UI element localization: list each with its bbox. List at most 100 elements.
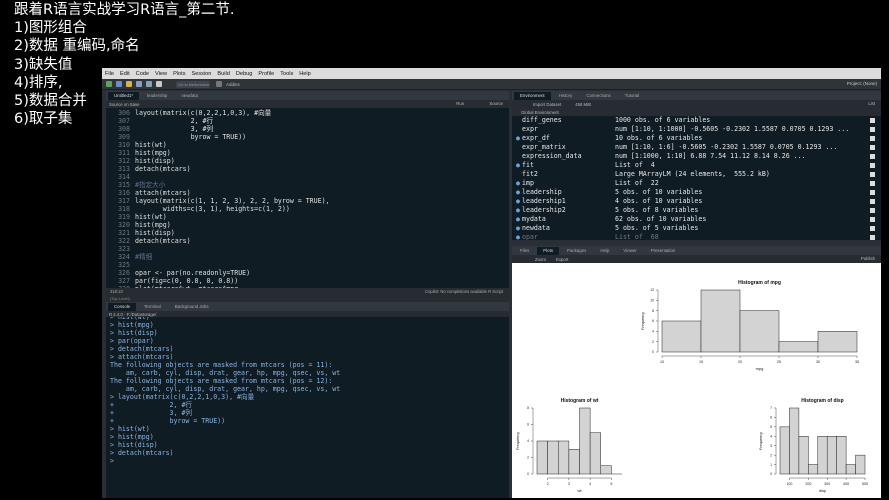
x-tick-label: 25 xyxy=(777,360,781,364)
tab-console[interactable]: Console xyxy=(108,303,137,311)
y-tick-label: 8 xyxy=(652,309,654,313)
tab-terminal[interactable]: Terminal xyxy=(138,303,167,311)
x-tick-label: 15 xyxy=(699,360,703,364)
import-dataset-button[interactable]: Import Dataset xyxy=(533,102,561,107)
view-data-icon[interactable] xyxy=(870,208,875,213)
code-line: 312 hist(disp) xyxy=(106,157,509,165)
variable-name: leadership2 xyxy=(522,206,566,214)
tab-help[interactable]: Help xyxy=(594,247,615,255)
console-line: > detach(mtcars) xyxy=(110,449,174,457)
x-tick-label: 20 xyxy=(738,360,742,364)
y-tick-label: 2 xyxy=(527,456,529,460)
x-tick-label: 30 xyxy=(816,360,820,364)
histogram-bar xyxy=(739,310,780,353)
env-variable-row[interactable]: ● newdata 5 obs. of 5 variables xyxy=(514,224,881,233)
env-variable-row[interactable]: expr_matrix num [1:10, 1:6] -0.5605 -0.23… xyxy=(514,143,881,152)
x-tick-label: 5 xyxy=(610,482,612,486)
y-axis-label: Frequency xyxy=(516,432,520,450)
global-environment-select[interactable]: Global Environment xyxy=(521,110,559,115)
plot-title: Histogram of disp xyxy=(801,398,844,404)
console-line: > hist(wt) xyxy=(110,425,150,433)
env-variable-row[interactable]: ● expr_df 10 obs. of 6 variables xyxy=(514,134,881,143)
view-data-icon[interactable] xyxy=(870,154,875,159)
code-area[interactable]: 306 layout(matrix(c(0,2,2,1,0,3), #向量 307 … xyxy=(106,108,509,293)
variable-name: fit xyxy=(522,161,534,169)
view-data-icon[interactable] xyxy=(870,199,875,204)
view-data-icon[interactable] xyxy=(870,226,875,231)
view-data-icon[interactable] xyxy=(870,136,875,141)
view-data-icon[interactable] xyxy=(870,172,875,177)
source-button[interactable]: Source xyxy=(489,101,503,106)
menu-help[interactable]: Help xyxy=(299,71,311,77)
histogram-bar xyxy=(836,436,847,475)
console-line: + 3, #列 xyxy=(110,409,193,417)
histogram-bar xyxy=(826,436,837,475)
environment-pane: Environment History Connections Tutorial… xyxy=(512,91,881,240)
y-tick-label: 10 xyxy=(650,299,654,303)
tab-connections[interactable]: Connections xyxy=(580,92,616,100)
tab-background-jobs[interactable]: Background Jobs xyxy=(169,303,215,311)
expand-icon xyxy=(514,143,522,152)
console-line: + 2, #行 xyxy=(110,401,193,409)
zoom-button[interactable]: Zoom xyxy=(535,257,546,262)
publish-button[interactable]: Publish xyxy=(861,255,875,263)
env-variable-row[interactable]: ● opar List of 68 xyxy=(514,233,881,240)
env-variable-row[interactable]: ● leadership1 4 obs. of 10 variables xyxy=(514,197,881,206)
expand-icon xyxy=(514,152,522,161)
project-menu[interactable]: Project: (None) xyxy=(847,81,877,86)
variable-value: 10 obs. of 6 variables xyxy=(615,134,703,142)
view-data-icon[interactable] xyxy=(870,163,875,168)
env-variable-row[interactable]: ● mydata 62 obs. of 10 variables xyxy=(514,215,881,224)
env-variable-row[interactable]: ● fit List of 4 xyxy=(514,161,881,170)
console-output[interactable]: > hist(wt) > hist(mpg) > hist(disp) > par(o… xyxy=(106,313,509,465)
tab-history[interactable]: History xyxy=(553,92,579,100)
tab-tutorial[interactable]: Tutorial xyxy=(619,92,645,100)
env-variable-row[interactable]: ● leadership 5 obs. of 10 variables xyxy=(514,188,881,197)
expand-icon xyxy=(514,116,522,125)
y-tick-label: 0 xyxy=(527,472,529,476)
menu-tools[interactable]: Tools xyxy=(280,71,293,77)
env-variable-row[interactable]: expr num [1:10, 1:1000] -0.5605 -0.2302 1… xyxy=(514,125,881,134)
env-variable-row[interactable]: diff_genes 1000 obs. of 6 variables xyxy=(514,116,881,125)
tab-environment[interactable]: Environment xyxy=(514,92,551,100)
menu-debug[interactable]: Debug xyxy=(236,71,252,77)
view-data-icon[interactable] xyxy=(870,217,875,222)
expand-icon xyxy=(514,170,522,179)
tab-presentation[interactable]: Presentation xyxy=(645,247,682,255)
tab-viewer[interactable]: Viewer xyxy=(617,247,642,255)
line-number: 327 xyxy=(118,277,130,285)
tab-packages[interactable]: Packages xyxy=(561,247,592,255)
env-variable-row[interactable]: fit2 Large MArrayLM (24 elements, 555.2 k… xyxy=(514,170,881,179)
view-data-icon[interactable] xyxy=(870,181,875,186)
view-data-icon[interactable] xyxy=(870,118,875,123)
export-button[interactable]: Export xyxy=(556,257,568,262)
env-variable-row[interactable]: ● imp List of 22 xyxy=(514,179,881,188)
tab-plots[interactable]: Plots xyxy=(537,247,560,255)
run-button[interactable]: Run xyxy=(456,101,464,106)
y-axis-label: Frequency xyxy=(641,312,645,330)
histogram-plots: 10 15 20 25 30 35024681012Histogram of mpgmpg… xyxy=(512,263,881,498)
x-tick-label: 2 xyxy=(547,482,549,486)
files-tabs: Files Plots Packages Help Viewer Present… xyxy=(512,246,881,255)
histogram-bar xyxy=(798,436,809,475)
code-line: 321 hist(disp) xyxy=(106,229,509,237)
variable-name: fit2 xyxy=(522,170,538,178)
expand-icon: ● xyxy=(516,161,520,169)
env-variable-row[interactable]: expression_data num [1:1000, 1:10] 6.88 7… xyxy=(514,152,881,161)
view-data-icon[interactable] xyxy=(870,145,875,150)
outline-item: 1)图形组合 xyxy=(14,20,87,37)
code-line: 319 hist(wt) xyxy=(106,213,509,221)
variable-value: num [1:1000, 1:10] 6.88 7.54 11.12 8.14 … xyxy=(615,152,806,160)
code-line: 314 xyxy=(106,173,509,181)
y-tick-label: 5 xyxy=(770,425,772,429)
menu-profile[interactable]: Profile xyxy=(258,71,274,77)
view-data-icon[interactable] xyxy=(870,127,875,132)
memory-usage[interactable]: 458 MiB xyxy=(575,102,591,107)
plots-toolbar: Zoom Export Publish xyxy=(512,255,881,263)
tab-files[interactable]: Files xyxy=(514,247,535,255)
list-view-toggle[interactable]: List xyxy=(868,100,875,108)
view-data-icon[interactable] xyxy=(870,190,875,195)
editor-status-bar: 318:10 Copilot: No completions available… xyxy=(106,288,509,296)
env-variable-row[interactable]: ● leadership2 5 obs. of 8 variables xyxy=(514,206,881,215)
view-data-icon[interactable] xyxy=(870,235,875,240)
